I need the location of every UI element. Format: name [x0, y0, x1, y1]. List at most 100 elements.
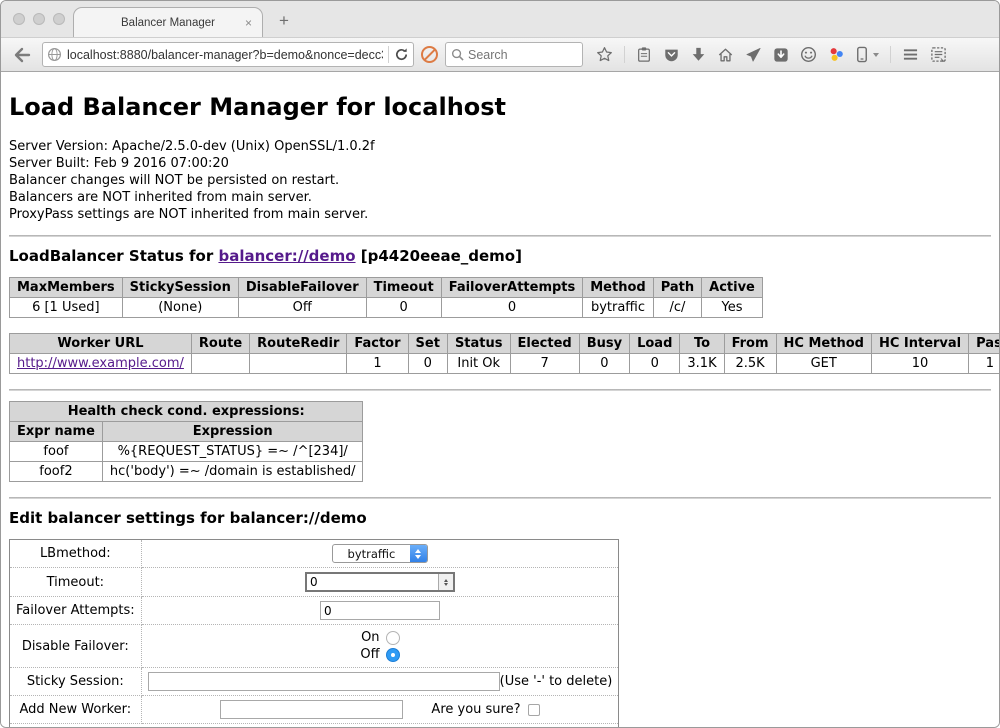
confirm-checkbox[interactable] — [528, 704, 540, 716]
minimize-window-button[interactable] — [33, 13, 45, 25]
device-icon — [856, 46, 868, 63]
submit-cell: Submit — [10, 724, 619, 728]
pocket-button[interactable] — [663, 47, 680, 63]
sticky-session-input[interactable] — [148, 672, 500, 691]
proxypass-warning-line: ProxyPass settings are NOT inherited fro… — [9, 206, 991, 223]
square-download-icon — [773, 47, 789, 63]
timeout-label: Timeout: — [10, 568, 142, 597]
downloads-button[interactable] — [691, 47, 706, 63]
blocked-plugin-icon[interactable] — [421, 46, 438, 63]
loadbalancer-status-heading: LoadBalancer Status for balancer://demo … — [9, 247, 991, 265]
cell-active: Yes — [702, 298, 763, 318]
submit-row: Submit — [10, 724, 619, 728]
timeout-row: Timeout: — [10, 568, 619, 597]
inherit-warning-line: Balancers are NOT inherited from main se… — [9, 189, 991, 206]
home-icon — [717, 47, 734, 63]
failover-attempts-label: Failover Attempts: — [10, 597, 142, 625]
search-box[interactable] — [445, 42, 583, 67]
col-set: Set — [408, 334, 447, 354]
disable-failover-label: Disable Failover: — [10, 625, 142, 668]
cell-worker-url: http://www.example.com/ — [10, 354, 192, 374]
server-version-line: Server Version: Apache/2.5.0-dev (Unix) … — [9, 138, 991, 155]
feedback-button[interactable] — [800, 46, 817, 63]
radio-on[interactable] — [386, 631, 400, 645]
dropdown-caret-icon[interactable] — [873, 53, 879, 57]
add-worker-input[interactable] — [220, 700, 403, 719]
balancer-status-table: MaxMembers StickySession DisableFailover… — [9, 277, 763, 318]
add-worker-label: Add New Worker: — [10, 696, 142, 724]
sticky-session-label: Sticky Session: — [10, 668, 142, 696]
cell-expression-2: hc('body') =~ /domain is established/ — [102, 462, 363, 482]
col-worker-url: Worker URL — [10, 334, 192, 354]
close-window-button[interactable] — [13, 13, 25, 25]
navigation-toolbar: localhost:8880/balancer-manager?b=demo&n… — [1, 37, 999, 72]
radio-off-label: Off — [360, 646, 379, 663]
tab-close-icon[interactable]: × — [245, 16, 252, 30]
col-method: Method — [583, 278, 653, 298]
cell-path: /c/ — [653, 298, 701, 318]
home-button[interactable] — [717, 47, 734, 63]
cell-hc-method: GET — [776, 354, 871, 374]
cell-maxmembers: 6 [1 Used] — [10, 298, 123, 318]
status-heading-suffix: [p4420eeae_demo] — [356, 247, 522, 265]
bookmark-star-button[interactable] — [596, 46, 613, 63]
edit-settings-heading: Edit balancer settings for balancer://de… — [9, 509, 991, 527]
col-passes: Passes — [969, 334, 999, 354]
cell-to: 3.1K — [680, 354, 724, 374]
search-input[interactable] — [468, 48, 568, 62]
url-bar[interactable]: localhost:8880/balancer-manager?b=demo&n… — [42, 42, 414, 67]
balancer-demo-link[interactable]: balancer://demo — [218, 247, 355, 265]
disable-failover-cell: On Off — [141, 625, 619, 668]
col-maxmembers: MaxMembers — [10, 278, 123, 298]
reading-list-button[interactable] — [636, 46, 652, 63]
radio-on-label: On — [361, 629, 379, 646]
reload-icon — [394, 47, 409, 62]
globe-icon[interactable] — [47, 47, 62, 62]
back-button[interactable] — [9, 42, 35, 68]
timeout-input[interactable] — [307, 575, 438, 589]
sticky-session-hint: (Use '-' to delete) — [500, 674, 613, 689]
colors-extension-button[interactable] — [828, 46, 845, 63]
new-tab-button[interactable]: + — [279, 11, 289, 31]
col-active: Active — [702, 278, 763, 298]
lbmethod-row: LBmethod: bytraffic — [10, 540, 619, 568]
send-tab-button[interactable] — [745, 47, 762, 63]
reload-button[interactable] — [394, 47, 409, 62]
device-extension-button[interactable] — [856, 46, 868, 63]
number-spinner-icon[interactable] — [438, 574, 453, 590]
tab-bar: Balancer Manager × + — [1, 1, 999, 37]
col-busy: Busy — [579, 334, 629, 354]
col-elected: Elected — [510, 334, 579, 354]
worker-table: Worker URL Route RouteRedir Factor Set S… — [9, 333, 999, 374]
page-content: Load Balancer Manager for localhost Serv… — [1, 72, 999, 728]
radio-off[interactable] — [386, 648, 400, 662]
col-failoverattempts: FailoverAttempts — [441, 278, 583, 298]
cell-elected: 7 — [510, 354, 579, 374]
server-built-line: Server Built: Feb 9 2016 07:00:20 — [9, 155, 991, 172]
health-row-foof: foof %{REQUEST_STATUS} =~ /^[234]/ — [10, 442, 363, 462]
cell-route — [191, 354, 249, 374]
menu-button[interactable] — [902, 47, 919, 62]
lbmethod-label: LBmethod: — [10, 540, 142, 568]
col-from: From — [724, 334, 776, 354]
cell-failoverattempts: 0 — [441, 298, 583, 318]
cell-method: bytraffic — [583, 298, 653, 318]
lbmethod-cell: bytraffic — [141, 540, 619, 568]
lbmethod-select[interactable]: bytraffic — [332, 544, 428, 563]
worker-url-link[interactable]: http://www.example.com/ — [17, 356, 184, 371]
col-status: Status — [447, 334, 510, 354]
browser-window: Balancer Manager × + localhost:8880/bala… — [0, 0, 1000, 728]
zoom-window-button[interactable] — [53, 13, 65, 25]
url-text[interactable]: localhost:8880/balancer-manager?b=demo&n… — [67, 48, 383, 62]
add-worker-cell: Are you sure? — [141, 696, 619, 724]
add-worker-row: Add New Worker: Are you sure? — [10, 696, 619, 724]
balancer-data-row: 6 [1 Used] (None) Off 0 0 bytraffic /c/ … — [10, 298, 763, 318]
tab-balancer-manager[interactable]: Balancer Manager × — [73, 7, 263, 37]
extension-download-button[interactable] — [773, 47, 789, 63]
screenshot-extension-button[interactable] — [930, 46, 947, 63]
col-disablefailover: DisableFailover — [238, 278, 366, 298]
pocket-icon — [663, 47, 680, 63]
col-load: Load — [630, 334, 680, 354]
failover-attempts-input[interactable] — [320, 601, 440, 620]
tab-title: Balancer Manager — [121, 17, 215, 29]
